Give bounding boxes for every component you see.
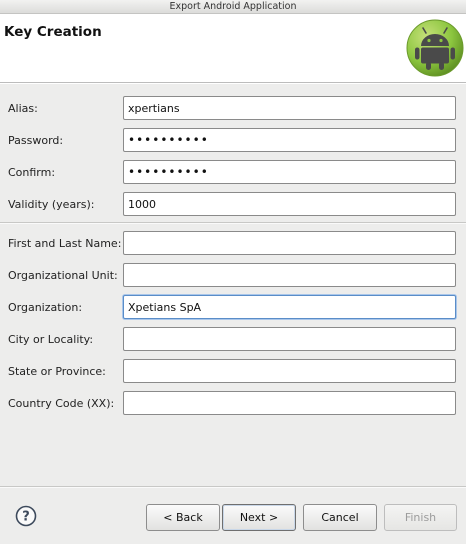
footer-divider bbox=[0, 486, 466, 488]
country-label: Country Code (XX): bbox=[8, 397, 115, 410]
state-row: State or Province: bbox=[0, 359, 466, 385]
help-icon[interactable]: ? bbox=[15, 505, 37, 527]
password-row: Password: bbox=[0, 128, 466, 154]
confirm-password-field[interactable] bbox=[123, 160, 456, 184]
wizard-header: Key Creation bbox=[0, 14, 466, 82]
alias-field[interactable] bbox=[123, 96, 456, 120]
back-button[interactable]: < Back bbox=[146, 504, 220, 531]
name-field[interactable] bbox=[123, 231, 456, 255]
confirm-label: Confirm: bbox=[8, 166, 56, 179]
org-unit-label: Organizational Unit: bbox=[8, 269, 118, 282]
org-unit-row: Organizational Unit: bbox=[0, 263, 466, 289]
window-titlebar: Export Android Application bbox=[0, 0, 466, 14]
country-code-field[interactable] bbox=[123, 391, 456, 415]
finish-button[interactable]: Finish bbox=[384, 504, 457, 531]
organization-row: Organization: bbox=[0, 295, 466, 321]
name-label: First and Last Name: bbox=[8, 237, 122, 250]
city-field[interactable] bbox=[123, 327, 456, 351]
page-title: Key Creation bbox=[4, 24, 102, 40]
state-field[interactable] bbox=[123, 359, 456, 383]
validity-field[interactable] bbox=[123, 192, 456, 216]
validity-label: Validity (years): bbox=[8, 198, 95, 211]
alias-row: Alias: bbox=[0, 96, 466, 122]
section-divider bbox=[0, 222, 466, 224]
android-logo-icon bbox=[406, 19, 464, 77]
validity-row: Validity (years): bbox=[0, 192, 466, 218]
next-button[interactable]: Next > bbox=[222, 504, 296, 531]
window-title: Export Android Application bbox=[169, 1, 297, 12]
password-field[interactable] bbox=[123, 128, 456, 152]
confirm-row: Confirm: bbox=[0, 160, 466, 186]
country-row: Country Code (XX): bbox=[0, 391, 466, 417]
header-divider bbox=[0, 82, 466, 84]
name-row: First and Last Name: bbox=[0, 231, 466, 257]
organization-label: Organization: bbox=[8, 301, 83, 314]
svg-text:?: ? bbox=[22, 510, 30, 525]
organization-field[interactable] bbox=[123, 295, 456, 319]
city-label: City or Locality: bbox=[8, 333, 94, 346]
alias-label: Alias: bbox=[8, 102, 38, 115]
password-label: Password: bbox=[8, 134, 64, 147]
org-unit-field[interactable] bbox=[123, 263, 456, 287]
state-label: State or Province: bbox=[8, 365, 106, 378]
cancel-button[interactable]: Cancel bbox=[303, 504, 377, 531]
city-row: City or Locality: bbox=[0, 327, 466, 353]
